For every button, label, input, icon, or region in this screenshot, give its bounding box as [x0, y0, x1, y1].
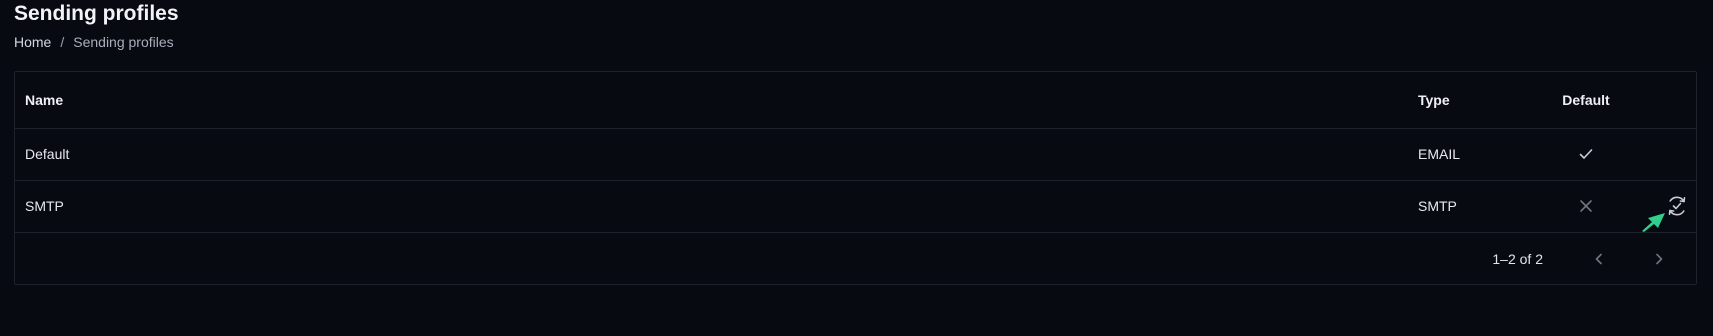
set-default-icon — [1668, 196, 1686, 216]
breadcrumb: Home / Sending profiles — [14, 34, 174, 50]
chevron-right-icon — [1656, 253, 1663, 265]
set-default-button[interactable] — [1663, 192, 1691, 220]
chevron-left-icon — [1595, 253, 1602, 265]
table-row[interactable]: Default EMAIL — [15, 128, 1696, 181]
not-default-close-icon — [1546, 180, 1626, 232]
default-check-icon — [1546, 128, 1626, 180]
row-type-cell: EMAIL — [1418, 146, 1461, 162]
column-header-name[interactable]: Name — [25, 72, 63, 128]
page-title: Sending profiles — [14, 2, 179, 25]
row-name-cell: SMTP — [25, 198, 64, 214]
column-header-default[interactable]: Default — [1546, 72, 1626, 128]
row-type-cell: SMTP — [1418, 198, 1457, 214]
next-page-button[interactable] — [1646, 246, 1672, 272]
table-header-row: Name Type Default — [15, 72, 1696, 129]
pagination-range: 1–2 of 2 — [1492, 250, 1543, 267]
table-pagination: 1–2 of 2 — [15, 232, 1696, 285]
breadcrumb-current: Sending profiles — [73, 34, 174, 50]
breadcrumb-home-link[interactable]: Home — [14, 34, 51, 50]
previous-page-button[interactable] — [1586, 246, 1612, 272]
row-name-cell: Default — [25, 146, 70, 162]
sending-profiles-table: Name Type Default Default EMAIL SMTP SMT… — [14, 71, 1697, 285]
breadcrumb-separator: / — [60, 34, 65, 50]
column-header-type[interactable]: Type — [1418, 72, 1450, 128]
mouse-cursor-icon — [1642, 213, 1665, 232]
table-row[interactable]: SMTP SMTP — [15, 180, 1696, 233]
